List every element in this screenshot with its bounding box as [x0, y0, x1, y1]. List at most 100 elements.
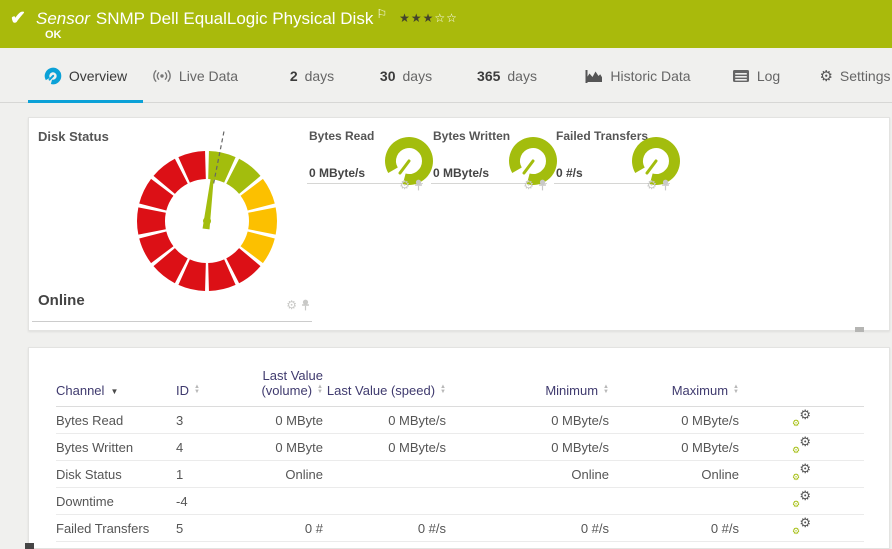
mini-gauge-value: 0 MByte/s — [309, 166, 365, 180]
mini-gauge-failed-transfers: Failed Transfers 0 #/s — [554, 122, 670, 184]
cell-maximum: 0 MByte/s — [609, 407, 739, 434]
mini-gauge-label: Bytes Written — [433, 129, 510, 143]
tab-number: 365 — [477, 68, 500, 84]
tab-label: days — [305, 68, 335, 84]
sort-icon — [440, 385, 446, 395]
cell-last-speed: 0 MByte/s — [323, 434, 446, 461]
cell-last-volume: 0 # — [231, 515, 323, 542]
tab-label: Log — [757, 68, 780, 84]
cell-id: 1 — [176, 461, 231, 488]
cell-channel[interactable]: Bytes Written — [56, 434, 176, 461]
table-row: Downtime -4 — [56, 488, 864, 515]
channel-settings-icon[interactable] — [792, 492, 811, 507]
channel-gear-icon[interactable] — [286, 296, 297, 313]
status-badge: OK — [45, 29, 62, 41]
priority-stars[interactable]: ★★★☆☆ — [399, 11, 458, 25]
tab-number: 30 — [380, 68, 396, 84]
cell-minimum: 0 MByte/s — [446, 407, 609, 434]
cell-id: 3 — [176, 407, 231, 434]
pin-icon[interactable] — [661, 176, 670, 194]
tab-30-days[interactable]: 30 days — [372, 48, 440, 103]
star-filled-icons[interactable]: ★★★ — [399, 11, 434, 25]
cell-channel[interactable]: Failed Transfers — [56, 515, 176, 542]
tab-365-days[interactable]: 365 days — [465, 48, 549, 103]
mini-gauge-value: 0 #/s — [556, 166, 583, 180]
cell-channel[interactable]: Bytes Read — [56, 407, 176, 434]
status-ok-check-icon — [10, 7, 26, 30]
area-chart-icon — [585, 69, 603, 83]
mini-gauge-bytes-read: Bytes Read 0 MByte/s — [307, 122, 423, 184]
pin-icon[interactable] — [301, 296, 310, 314]
tab-settings[interactable]: Settings — [818, 48, 892, 103]
channel-settings-icon[interactable] — [792, 519, 811, 534]
cell-last-volume: 0 MByte — [231, 434, 323, 461]
tab-log[interactable]: Log — [722, 48, 790, 103]
channel-settings-icon[interactable] — [792, 438, 811, 453]
mini-gauge-label: Bytes Read — [309, 129, 374, 143]
tab-overview[interactable]: Overview — [28, 48, 143, 103]
sort-icon — [194, 385, 200, 395]
disk-status-value: Online — [38, 292, 85, 309]
bottom-edge-artifact — [25, 543, 34, 549]
tab-2-days[interactable]: 2 days — [282, 48, 342, 103]
table-row: Failed Transfers 5 0 # 0 #/s 0 #/s 0 #/s — [56, 515, 864, 542]
cell-id: -4 — [176, 488, 231, 515]
channel-gear-icon[interactable] — [523, 176, 534, 193]
tab-historic-data[interactable]: Historic Data — [580, 48, 696, 103]
sensor-header-bar: Sensor SNMP Dell EqualLogic Physical Disk… — [0, 0, 892, 48]
cell-last-speed — [323, 488, 446, 515]
cell-minimum: 0 MByte/s — [446, 434, 609, 461]
cell-minimum — [446, 488, 609, 515]
disk-status-gauge[interactable] — [107, 121, 307, 321]
channels-table-panel: Channel ID Last Value(volume) Last Value… — [28, 347, 890, 549]
channel-gear-icon[interactable] — [646, 176, 657, 193]
object-kind-label: Sensor — [36, 9, 90, 28]
tab-number: 2 — [290, 68, 298, 84]
cell-minimum: 0 #/s — [446, 515, 609, 542]
tab-label: days — [403, 68, 433, 84]
cell-last-volume — [231, 488, 323, 515]
pin-icon[interactable] — [414, 176, 423, 194]
cell-id: 4 — [176, 434, 231, 461]
sort-icon — [603, 385, 609, 395]
cell-last-speed: 0 #/s — [323, 515, 446, 542]
cell-channel[interactable]: Downtime — [56, 488, 176, 515]
tab-label: Overview — [69, 68, 127, 84]
flag-icon[interactable] — [376, 7, 387, 21]
column-header-last-value-speed[interactable]: Last Value (speed) — [323, 364, 446, 407]
column-header-minimum[interactable]: Minimum — [446, 364, 609, 407]
disk-status-footer: Online — [32, 292, 312, 322]
column-header-channel[interactable]: Channel — [56, 364, 176, 407]
column-header-actions — [739, 364, 864, 407]
cell-maximum — [609, 488, 739, 515]
panel-resize-handle[interactable] — [855, 327, 864, 332]
table-row: Bytes Read 3 0 MByte 0 MByte/s 0 MByte/s… — [56, 407, 864, 434]
cell-channel[interactable]: Disk Status — [56, 461, 176, 488]
broadcast-icon — [152, 69, 172, 83]
channel-gear-icon[interactable] — [399, 176, 410, 193]
cell-maximum: 0 MByte/s — [609, 434, 739, 461]
cell-last-volume: Online — [231, 461, 323, 488]
column-header-id[interactable]: ID — [176, 364, 231, 407]
sort-desc-icon — [110, 387, 118, 396]
sort-icon — [733, 385, 739, 395]
disk-status-label: Disk Status — [38, 129, 109, 144]
pin-icon[interactable] — [538, 176, 547, 194]
column-header-maximum[interactable]: Maximum — [609, 364, 739, 407]
gear-icon — [819, 67, 832, 85]
channel-settings-icon[interactable] — [792, 411, 811, 426]
cell-maximum: Online — [609, 461, 739, 488]
log-list-icon — [732, 69, 750, 83]
mini-gauge-bytes-written: Bytes Written 0 MByte/s — [431, 122, 547, 184]
tab-label: Live Data — [179, 68, 238, 84]
star-empty-icons[interactable]: ☆☆ — [434, 11, 458, 25]
channel-settings-icon[interactable] — [792, 465, 811, 480]
gauge-icon — [44, 67, 62, 85]
cell-maximum: 0 #/s — [609, 515, 739, 542]
page-title: SNMP Dell EqualLogic Physical Disk — [96, 9, 373, 28]
column-header-last-value-volume[interactable]: Last Value(volume) — [231, 364, 323, 407]
tab-bar: Overview Live Data 2 days 30 days 365 da… — [0, 48, 892, 103]
mini-gauge-value: 0 MByte/s — [433, 166, 489, 180]
cell-id: 5 — [176, 515, 231, 542]
tab-live-data[interactable]: Live Data — [143, 48, 247, 103]
